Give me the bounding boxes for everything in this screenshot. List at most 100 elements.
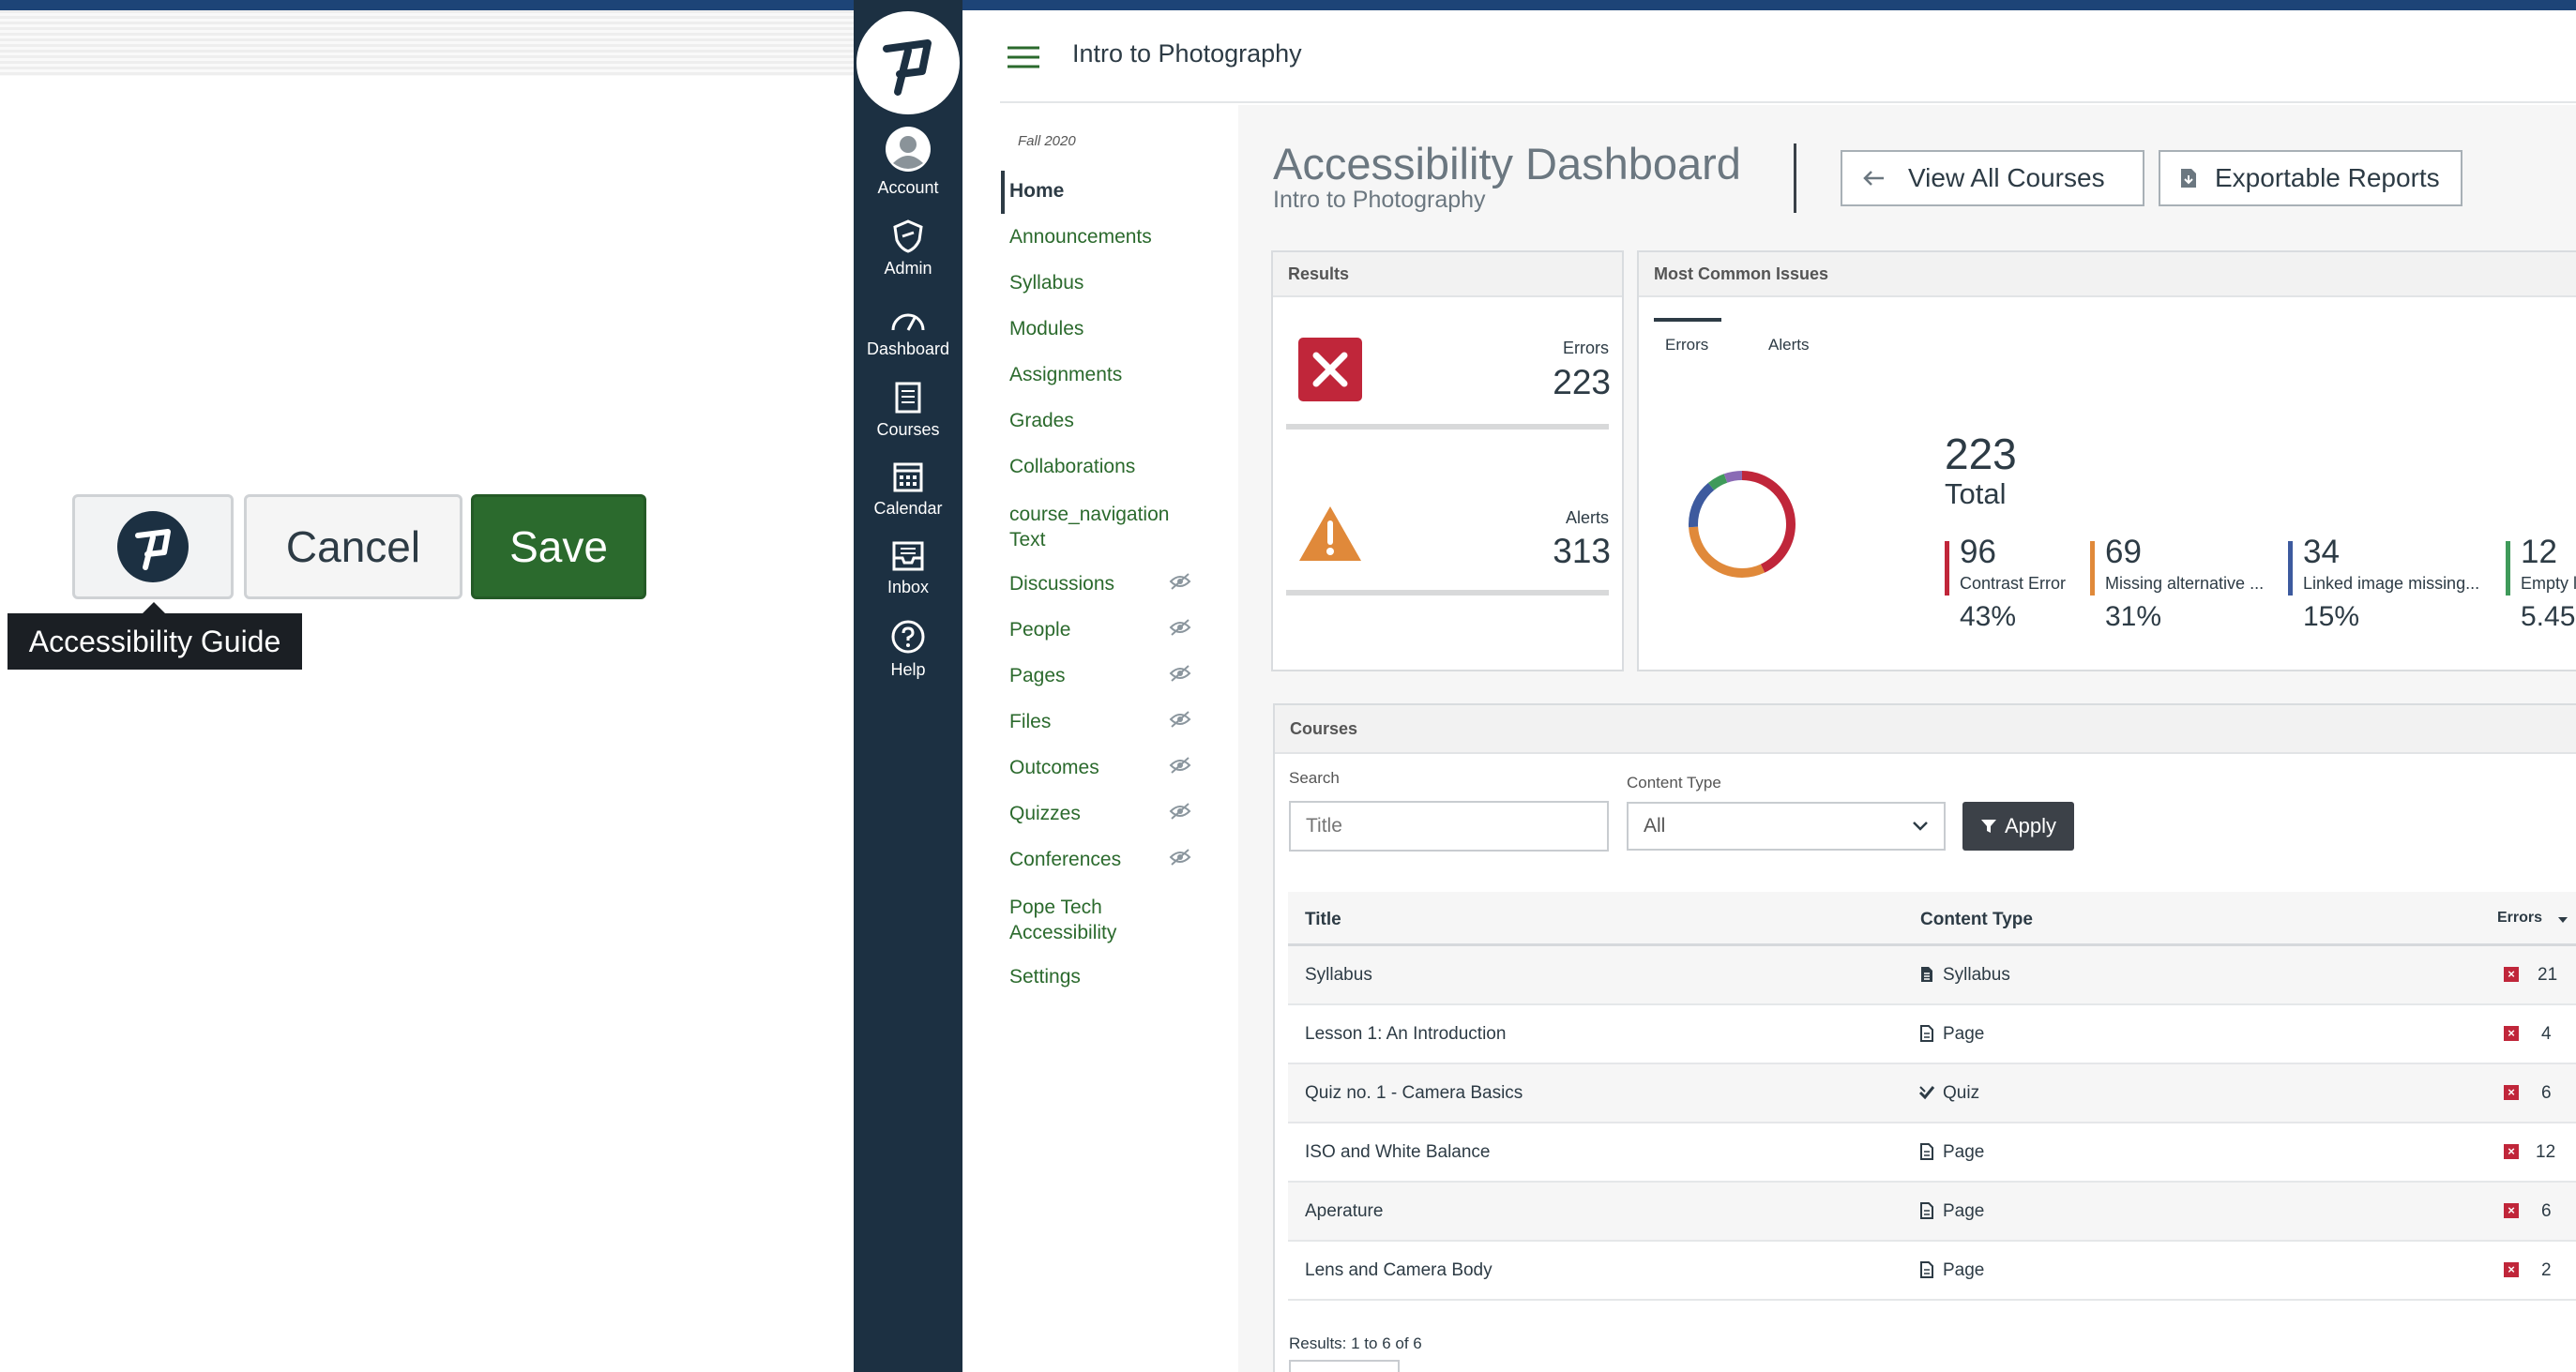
course-title[interactable]: Intro to Photography xyxy=(1072,39,1302,68)
page-icon xyxy=(1920,1202,1933,1219)
table-row[interactable]: Lesson 1: An Introduction Page × 4 xyxy=(1288,1005,2576,1064)
row-title[interactable]: Aperature xyxy=(1305,1201,1383,1222)
filter-icon xyxy=(1980,820,1996,833)
course-nav-assignments[interactable]: Assignments xyxy=(1009,364,1122,386)
courses-icon xyxy=(895,382,921,414)
issues-heading: Most Common Issues xyxy=(1639,252,2576,297)
results-heading: Results xyxy=(1273,252,1622,297)
course-term: Fall 2020 xyxy=(1018,133,1076,149)
results-panel: Results Errors 223 Alerts 313 xyxy=(1271,250,1624,671)
pope-tech-logo-icon xyxy=(883,39,932,96)
table-row[interactable]: Lens and Camera Body Page × 2 xyxy=(1288,1242,2576,1301)
column-errors-header[interactable]: Errors xyxy=(2497,910,2542,927)
view-all-courses-label: View All Courses xyxy=(1908,163,2105,192)
global-nav-courses[interactable]: Courses xyxy=(854,381,962,440)
search-input[interactable] xyxy=(1289,801,1609,852)
course-nav-settings[interactable]: Settings xyxy=(1009,966,1081,988)
error-x-icon xyxy=(1298,338,1362,401)
chevron-down-icon xyxy=(1913,822,1928,831)
course-nav-collaborations[interactable]: Collaborations xyxy=(1009,456,1135,478)
course-nav-syllabus[interactable]: Syllabus xyxy=(1009,272,1083,294)
global-nav-label: Admin xyxy=(884,259,932,278)
row-errors: 6 xyxy=(2541,1083,2552,1103)
global-nav-admin[interactable]: Admin xyxy=(854,219,962,279)
table-row[interactable]: Syllabus Syllabus × 21 xyxy=(1288,946,2576,1005)
course-nav-home[interactable]: Home xyxy=(1009,180,1064,203)
column-content-type-header[interactable]: Content Type xyxy=(1920,910,2033,930)
institution-logo[interactable] xyxy=(856,11,960,114)
course-nav-announcements[interactable]: Announcements xyxy=(1009,226,1152,249)
global-nav-help[interactable]: Help xyxy=(854,619,962,680)
course-nav-files[interactable]: Files xyxy=(1009,711,1051,733)
issue-count: 34 xyxy=(2303,534,2340,570)
global-nav-inbox[interactable]: Inbox xyxy=(854,540,962,597)
global-nav-account[interactable]: Account xyxy=(854,126,962,198)
most-common-issues-panel: Most Common Issues Errors Alerts 223 Tot… xyxy=(1637,250,2576,671)
save-button[interactable]: Save xyxy=(471,494,646,599)
issues-donut-chart xyxy=(1689,471,1796,578)
row-title[interactable]: ISO and White Balance xyxy=(1305,1142,1491,1163)
alert-triangle-icon xyxy=(1299,506,1361,561)
active-nav-indicator xyxy=(1001,171,1005,214)
row-title[interactable]: Quiz no. 1 - Camera Basics xyxy=(1305,1083,1523,1104)
row-content-type: Page xyxy=(1943,1201,1985,1221)
row-errors: 4 xyxy=(2541,1024,2552,1044)
issue-label: Linked image missing... xyxy=(2303,574,2480,593)
quiz-icon xyxy=(1918,1086,1935,1100)
table-row[interactable]: ISO and White Balance Page × 12 xyxy=(1288,1123,2576,1183)
global-nav-label: Help xyxy=(890,660,926,679)
errors-label: Errors xyxy=(1563,339,1609,357)
search-label: Search xyxy=(1289,769,1340,787)
row-content-type: Page xyxy=(1943,1024,1985,1044)
accessibility-guide-button[interactable] xyxy=(72,494,234,599)
table-row[interactable]: Quiz no. 1 - Camera Basics Quiz × 6 xyxy=(1288,1064,2576,1123)
issue-color-bar xyxy=(1945,541,1949,596)
row-content-type: Syllabus xyxy=(1943,965,2010,985)
issue-color-bar xyxy=(2506,541,2510,596)
content-type-select[interactable]: All xyxy=(1627,802,1946,851)
global-nav-calendar[interactable]: Calendar xyxy=(854,460,962,519)
row-title[interactable]: Syllabus xyxy=(1305,965,1372,986)
course-nav-course-navigation-text[interactable]: course_navigation Text xyxy=(1009,502,1197,552)
tab-errors[interactable]: Errors xyxy=(1665,336,1708,354)
course-nav-conferences[interactable]: Conferences xyxy=(1009,849,1121,871)
alerts-value: 313 xyxy=(1553,532,1611,570)
issues-total-value: 223 xyxy=(1945,430,2017,478)
hamburger-menu-icon[interactable] xyxy=(1008,45,1039,69)
row-content-type: Page xyxy=(1943,1142,1985,1162)
column-title-header[interactable]: Title xyxy=(1305,910,1341,930)
global-nav-label: Calendar xyxy=(873,499,943,518)
courses-heading: Courses xyxy=(1275,705,2576,754)
course-nav-modules[interactable]: Modules xyxy=(1009,318,1083,340)
exportable-reports-button[interactable]: Exportable Reports xyxy=(2159,150,2462,206)
content-type-label: Content Type xyxy=(1627,774,1721,792)
row-title[interactable]: Lesson 1: An Introduction xyxy=(1305,1024,1506,1045)
course-nav-people[interactable]: People xyxy=(1009,619,1070,641)
apply-filter-button[interactable]: Apply xyxy=(1962,802,2074,851)
course-nav-quizzes[interactable]: Quizzes xyxy=(1009,803,1081,825)
page-icon xyxy=(1920,1261,1933,1278)
account-icon xyxy=(886,127,931,172)
content-type-value: All xyxy=(1644,815,1666,837)
course-nav-outcomes[interactable]: Outcomes xyxy=(1009,757,1099,779)
table-row[interactable]: Aperature Page × 6 xyxy=(1288,1183,2576,1242)
per-page-select[interactable] xyxy=(1289,1360,1400,1372)
row-content-type: Page xyxy=(1943,1260,1985,1280)
course-nav-grades[interactable]: Grades xyxy=(1009,410,1074,432)
course-nav-pope-tech-accessibility[interactable]: Pope Tech Accessibility xyxy=(1009,895,1197,945)
hidden-eye-icon xyxy=(1169,665,1191,682)
issues-total-label: Total xyxy=(1945,477,2007,510)
help-icon xyxy=(891,620,925,654)
row-title[interactable]: Lens and Camera Body xyxy=(1305,1260,1493,1281)
tab-alerts[interactable]: Alerts xyxy=(1768,336,1809,354)
course-nav-discussions[interactable]: Discussions xyxy=(1009,573,1114,596)
dashboard-title: Accessibility Dashboard xyxy=(1273,139,1741,188)
sort-desc-icon[interactable] xyxy=(2557,916,2568,924)
issue-count: 96 xyxy=(1960,534,1996,570)
view-all-courses-button[interactable]: View All Courses xyxy=(1841,150,2144,206)
course-nav-pages[interactable]: Pages xyxy=(1009,665,1066,687)
cancel-button[interactable]: Cancel xyxy=(244,494,462,599)
dashboard-icon xyxy=(891,313,925,331)
apply-label: Apply xyxy=(2004,814,2057,837)
global-nav-dashboard[interactable]: Dashboard xyxy=(854,306,962,359)
